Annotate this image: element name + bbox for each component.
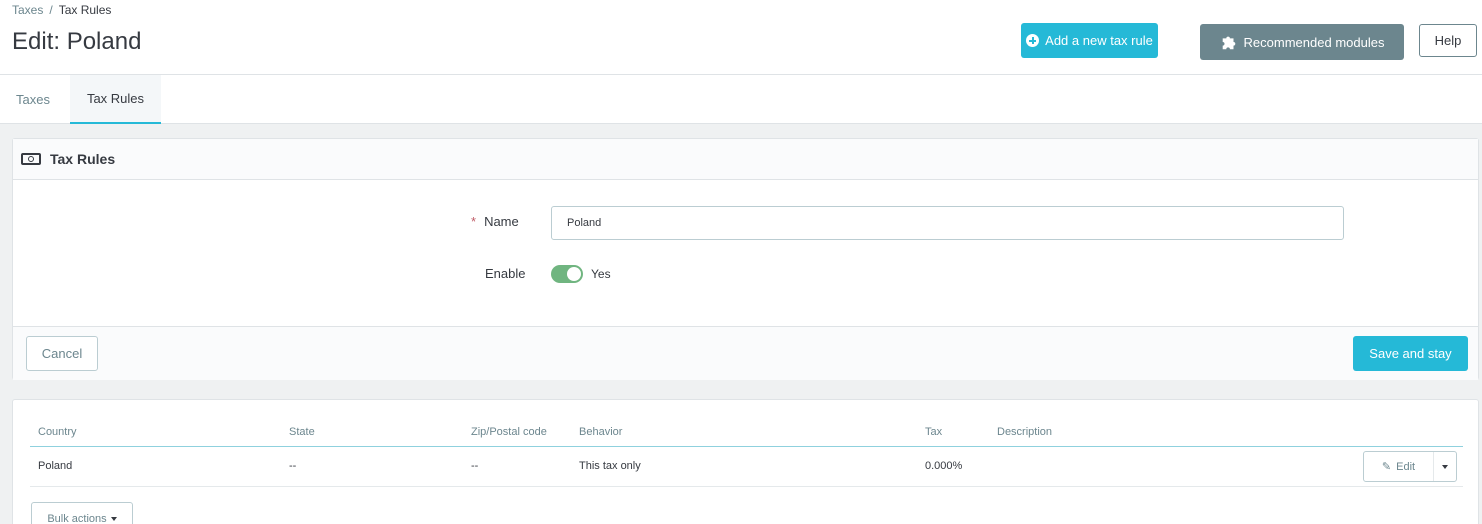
page-title: Edit: Poland — [12, 28, 142, 55]
breadcrumb-current: Tax Rules — [58, 3, 112, 17]
enable-value: Yes — [591, 267, 611, 281]
edit-button[interactable]: ✎ Edit — [1364, 452, 1434, 481]
cell-state: -- — [289, 460, 297, 472]
add-tax-rule-label: Add a new tax rule — [1045, 33, 1153, 48]
cancel-button[interactable]: Cancel — [26, 336, 98, 371]
puzzle-icon — [1222, 36, 1235, 50]
enable-label: Enable — [485, 266, 526, 281]
column-header-behavior: Behavior — [579, 426, 623, 438]
caret-down-icon — [110, 517, 117, 521]
add-tax-rule-button[interactable]: Add a new tax rule — [1021, 23, 1158, 58]
panel-footer: Cancel Save and stay — [13, 326, 1478, 380]
cell-behavior: This tax only — [579, 460, 641, 472]
caret-down-icon — [1442, 464, 1448, 469]
name-label: * Name — [471, 214, 519, 229]
recommended-modules-button[interactable]: Recommended modules — [1200, 24, 1404, 60]
column-header-tax: Tax — [925, 426, 943, 438]
tax-rule-form-panel: Tax Rules * Name Poland Enable Yes Cancel… — [12, 138, 1479, 380]
bulk-actions-label: Bulk actions — [47, 513, 107, 524]
breadcrumb-separator: / — [49, 3, 53, 17]
panel-heading: Tax Rules — [13, 139, 1478, 180]
breadcrumb-taxes-link[interactable]: Taxes — [12, 3, 43, 17]
tab-bar: Taxes Tax Rules — [0, 75, 1482, 124]
help-button[interactable]: Help — [1419, 24, 1477, 57]
cell-zip: -- — [471, 460, 479, 472]
cell-tax: 0.000% — [925, 460, 963, 472]
plus-circle-icon — [1026, 34, 1040, 47]
required-mark: * — [471, 214, 477, 229]
name-input[interactable]: Poland — [551, 206, 1344, 240]
column-header-zip: Zip/Postal code — [471, 426, 547, 438]
column-header-country: Country — [38, 426, 77, 438]
column-header-description: Description — [997, 426, 1053, 438]
money-icon — [21, 153, 41, 165]
breadcrumb: Taxes / Tax Rules — [12, 3, 111, 17]
bulk-actions-button[interactable]: Bulk actions — [31, 502, 133, 524]
recommended-modules-label: Recommended modules — [1243, 34, 1385, 50]
page-header: Taxes / Tax Rules Edit: Poland Add a new t… — [0, 0, 1482, 75]
row-actions-dropdown-toggle[interactable] — [1434, 452, 1456, 481]
name-label-text: Name — [484, 214, 519, 229]
edit-label: Edit — [1396, 460, 1416, 473]
header-divider — [30, 446, 1463, 447]
tab-tax-rules[interactable]: Tax Rules — [70, 75, 161, 124]
panel-title: Tax Rules — [50, 151, 116, 167]
tax-rules-table-panel: Country State Zip/Postal code Behavior T… — [12, 399, 1479, 524]
row-actions: ✎ Edit — [1363, 451, 1457, 482]
enable-toggle[interactable] — [551, 265, 583, 283]
save-and-stay-button[interactable]: Save and stay — [1353, 336, 1468, 371]
row-divider — [30, 486, 1463, 487]
pencil-icon: ✎ — [1381, 461, 1392, 473]
tab-taxes[interactable]: Taxes — [0, 75, 66, 123]
column-header-state: State — [289, 426, 315, 438]
cell-country: Poland — [38, 460, 73, 472]
